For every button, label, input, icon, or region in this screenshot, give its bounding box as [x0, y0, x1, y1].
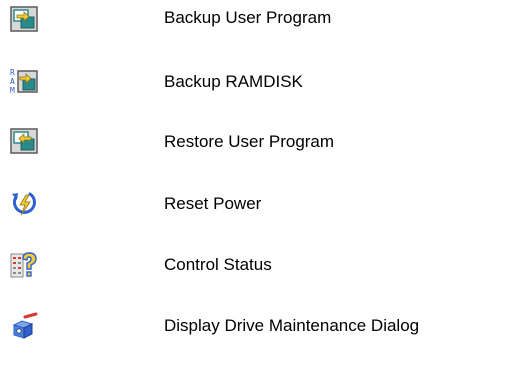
control-status-label[interactable]: Control Status: [164, 255, 272, 275]
drive-maintenance-row[interactable]: Display Drive Maintenance Dialog: [0, 302, 527, 342]
backup-user-program-row[interactable]: Backup User Program: [0, 0, 527, 40]
backup-ramdisk-icon[interactable]: R A M: [9, 66, 39, 96]
ramdisk-letter-a: A: [10, 77, 15, 86]
restore-user-program-icon[interactable]: [9, 126, 39, 156]
backup-ramdisk-row[interactable]: R A M Backup RAMDISK: [0, 57, 527, 97]
restore-user-program-row[interactable]: Restore User Program: [0, 120, 527, 160]
reset-power-row[interactable]: Reset Power: [0, 180, 527, 220]
restore-user-program-label[interactable]: Restore User Program: [164, 132, 334, 152]
drive-maintenance-icon[interactable]: [9, 311, 39, 341]
reset-power-label[interactable]: Reset Power: [164, 194, 261, 214]
control-status-icon[interactable]: [9, 250, 39, 280]
ramdisk-letter-r: R: [10, 68, 15, 77]
backup-user-program-label[interactable]: Backup User Program: [164, 8, 331, 28]
drive-maintenance-label[interactable]: Display Drive Maintenance Dialog: [164, 316, 419, 336]
backup-ramdisk-label[interactable]: Backup RAMDISK: [164, 72, 303, 92]
reset-power-icon[interactable]: [9, 189, 39, 219]
control-status-row[interactable]: Control Status: [0, 241, 527, 281]
backup-user-program-icon[interactable]: [9, 4, 39, 34]
ramdisk-letter-m: M: [10, 86, 15, 95]
